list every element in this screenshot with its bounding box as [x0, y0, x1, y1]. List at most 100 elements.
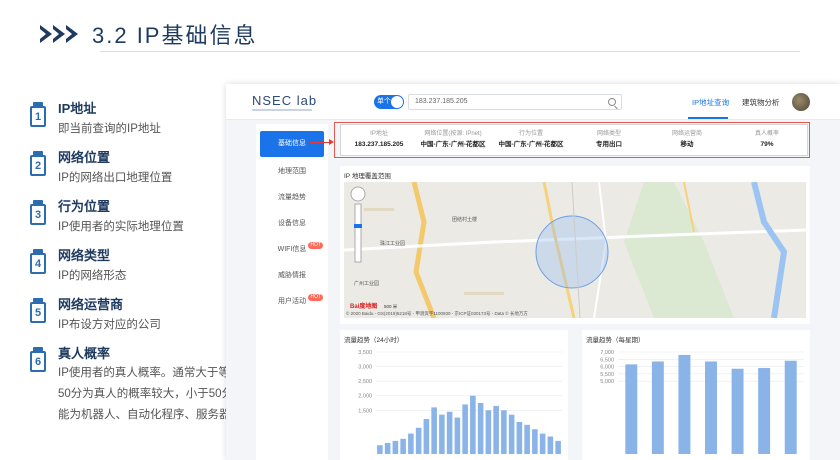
map-provider-logo: Bai度地图: [350, 304, 378, 310]
bar: [547, 436, 554, 454]
bar: [731, 368, 744, 454]
bar: [439, 414, 445, 454]
sidebar-item[interactable]: 设备信息: [256, 211, 328, 237]
slide-title: 3.2 IP基础信息: [92, 23, 258, 48]
active-tab-indicator: [688, 117, 728, 119]
map-label: 团结村土楼: [452, 217, 478, 223]
app-logo: NSEC lab: [252, 93, 318, 108]
sidebar-item-label: 地理范围: [278, 168, 306, 175]
bar: [477, 403, 484, 454]
bar: [555, 440, 561, 454]
hot-badge: HOT: [308, 242, 323, 249]
bar: [539, 433, 546, 454]
y-tick-label: 3,500: [358, 350, 372, 356]
info-key: IP地址: [370, 131, 388, 137]
number-badge-icon: 3: [30, 200, 46, 226]
y-tick-label: 2,500: [358, 379, 372, 385]
avatar[interactable]: [792, 93, 810, 111]
app-sidebar: 基础信息 地理范围 流量趋势 设备信息 WIFI信息 HOT 威胁情报 用户活动 HOT: [256, 124, 328, 460]
logo-underline: [252, 109, 312, 111]
y-tick-label: 3,000: [358, 365, 372, 371]
sidebar-item[interactable]: WIFI信息 HOT: [256, 237, 328, 263]
bar: [431, 407, 437, 454]
bar: [485, 410, 492, 454]
bar: [501, 410, 507, 454]
slide-header: 3.2 IP基础信息: [40, 18, 257, 50]
bar: [532, 429, 538, 454]
number-badge-icon: 5: [30, 298, 46, 324]
info-key: 行为位置: [518, 131, 543, 137]
number-badge-icon: 6: [30, 347, 46, 373]
bar: [678, 354, 691, 454]
number-badge-icon: 2: [30, 151, 46, 177]
sidebar-item-label: 设备信息: [278, 220, 306, 227]
info-key: 真人概率: [754, 131, 779, 137]
bar: [408, 433, 414, 454]
bar: [651, 361, 664, 454]
map-label: 珠江工业园: [380, 241, 406, 247]
sidebar-item-label: WIFI信息: [277, 246, 307, 253]
info-value: 79%: [760, 141, 774, 148]
toggle-knob: [391, 96, 403, 108]
weekly-traffic-chart: 流量趋势（每星期） 7,000 6,500 6,000 5,500 5,000: [582, 330, 810, 460]
sidebar-item[interactable]: 用户活动 HOT: [256, 289, 328, 315]
info-field: 网络位置(按源: IPnet) 中国-广东-广州-花都区: [415, 129, 491, 151]
app-screenshot: NSEC lab 单个 183.237.185.205 IP地址查询 建筑物分析…: [226, 84, 840, 460]
map-title: IP 地理覆盖范围: [344, 173, 391, 180]
sidebar-item-label: 用户活动: [278, 298, 306, 305]
bar: [454, 417, 461, 454]
y-tick-label: 6,000: [600, 365, 614, 371]
bar: [758, 368, 771, 454]
y-tick-label: 5,000: [600, 379, 614, 385]
sidebar-item[interactable]: 威胁情报: [256, 263, 328, 289]
sidebar-item-label: 流量趋势: [278, 194, 306, 201]
bar: [625, 364, 638, 454]
number-badge-icon: 1: [30, 102, 46, 128]
y-tick-label: 1,500: [358, 408, 372, 414]
y-tick-label: 5,500: [600, 372, 614, 378]
sidebar-item-label: 基础信息: [278, 140, 306, 147]
map-graphic: [344, 182, 806, 318]
bar: [446, 411, 453, 454]
info-field: 行为位置 中国-广东-广州-花都区: [493, 129, 569, 151]
map-view[interactable]: Bai度地图 500 米 © 2020 Baidu - GS(2019)5218…: [344, 182, 806, 318]
map-copyright: © 2020 Baidu - GS(2019)5218号 - 甲测资字11009…: [346, 311, 528, 316]
chevron-arrows-icon: [40, 25, 78, 43]
bar: [705, 361, 717, 454]
sidebar-item[interactable]: 地理范围: [256, 159, 328, 185]
bar: [462, 404, 468, 454]
info-field: 真人概率 79%: [729, 129, 805, 151]
bar: [493, 405, 499, 454]
info-field: IP地址 183.237.185.205: [341, 129, 417, 151]
bar: [415, 427, 422, 454]
bar: [423, 419, 430, 454]
tab-ip-query[interactable]: IP地址查询: [692, 97, 729, 108]
info-key: 网络位置(按源: IPnet): [424, 131, 482, 137]
sidebar-item-label: 威胁情报: [278, 272, 306, 279]
mode-toggle[interactable]: 单个: [374, 95, 404, 109]
map-zoom-control[interactable]: [350, 186, 366, 266]
bar: [470, 395, 476, 454]
bar: [508, 414, 515, 454]
hourly-chart-svg: 3,500 3,000 2,500 2,000 1,500: [358, 350, 562, 454]
ip-info-card: IP地址 183.237.185.205 网络位置(按源: IPnet) 中国-广东-…: [340, 124, 808, 156]
bar: [400, 438, 406, 454]
weekly-chart-svg: 7,0006,500 6,0005,5005,000: [600, 350, 804, 454]
hourly-traffic-chart: 流量趋势（24小时） 3,500 3,000 2,500 2,000 1,500: [340, 330, 568, 460]
info-value: 中国-广东-广州-花都区: [420, 141, 486, 148]
info-field: 网络类型 专用出口: [571, 129, 647, 151]
bar: [384, 442, 391, 454]
sidebar-item[interactable]: 基础信息: [260, 131, 324, 157]
search-input[interactable]: 183.237.185.205: [408, 94, 622, 110]
sidebar-item[interactable]: 流量趋势: [256, 185, 328, 211]
map-label: 广州工业园: [354, 281, 380, 287]
info-value: 移动: [680, 141, 694, 148]
search-icon[interactable]: [608, 98, 616, 106]
bar: [392, 440, 399, 454]
y-tick-label: 2,000: [358, 394, 372, 400]
y-tick-label: 7,000: [600, 350, 614, 356]
app-topbar: NSEC lab 单个 183.237.185.205 IP地址查询 建筑物分析: [226, 84, 840, 120]
info-field: 网络运营商 移动: [649, 129, 725, 151]
bar: [516, 421, 523, 454]
tab-building-analysis[interactable]: 建筑物分析: [742, 97, 780, 108]
